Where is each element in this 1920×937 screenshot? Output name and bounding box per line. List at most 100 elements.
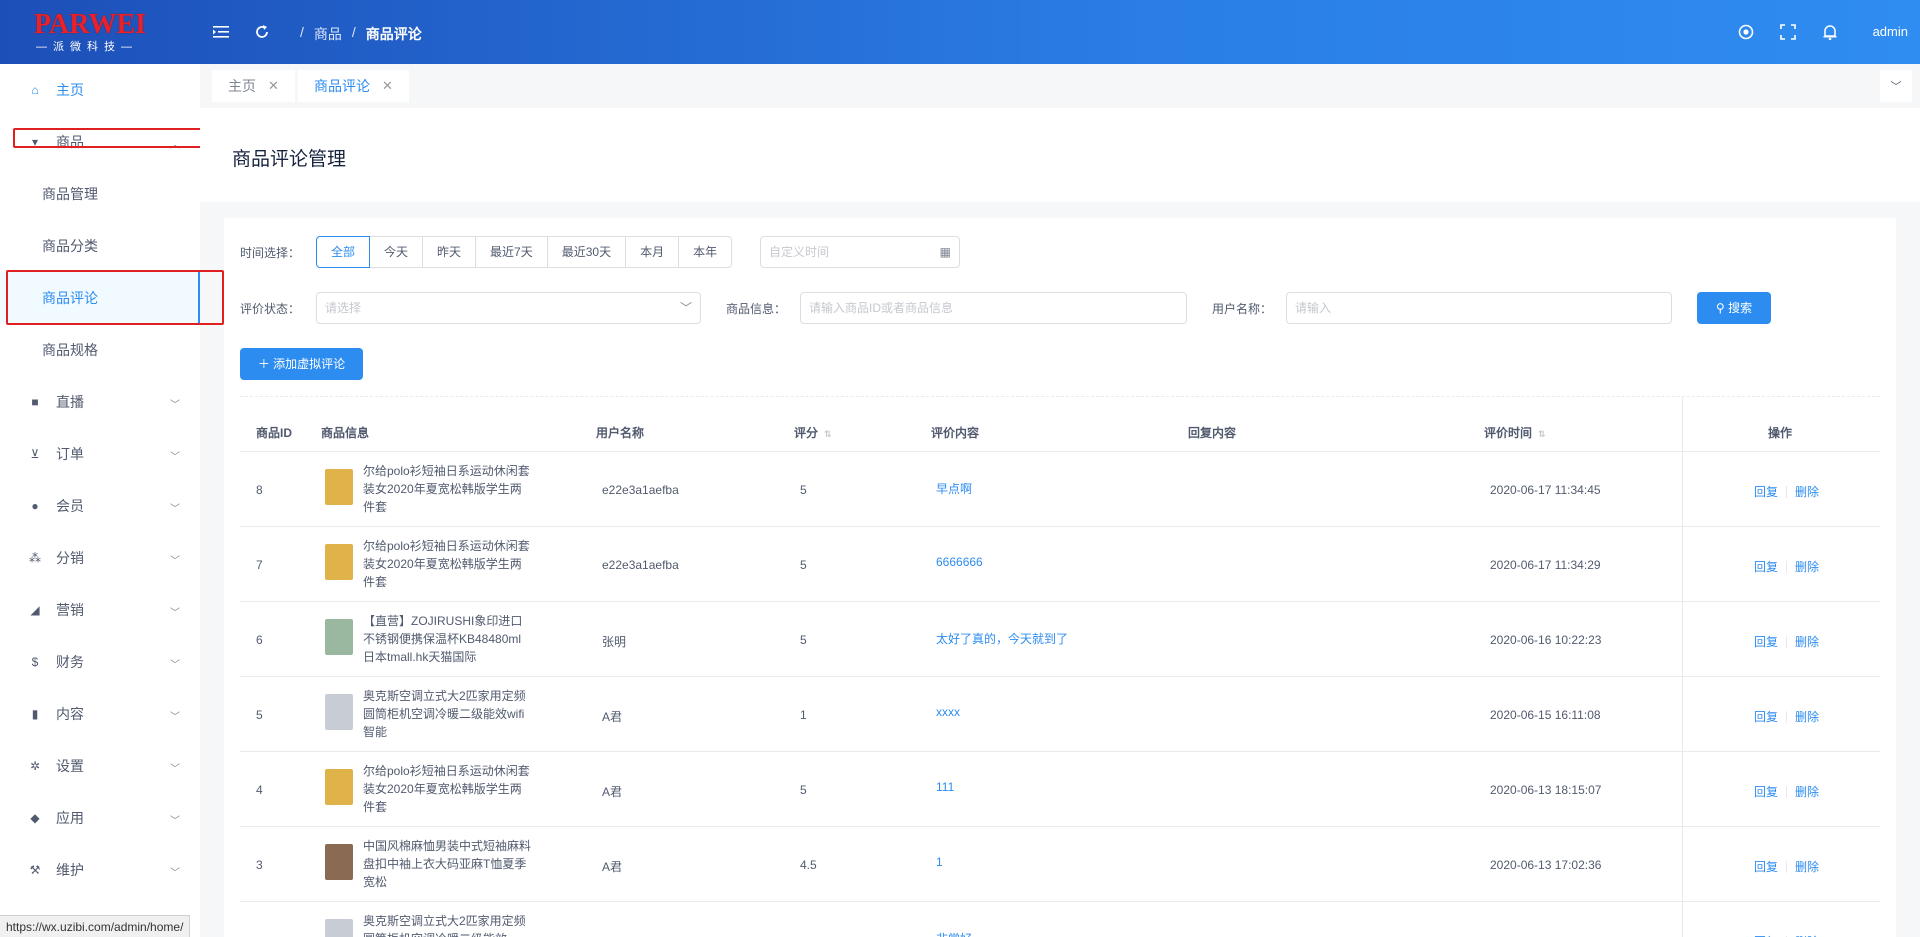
chevron-down-icon: ﹀ bbox=[1890, 81, 1902, 93]
sort-icon[interactable]: ⇅ bbox=[1538, 429, 1546, 439]
time-filter-group: 全部 今天 昨天 最近7天 最近30天 本月 本年 bbox=[316, 236, 733, 268]
reply-link[interactable]: 回复 bbox=[1754, 483, 1778, 500]
cell-score: 5 bbox=[800, 558, 807, 572]
product-thumbnail[interactable] bbox=[325, 769, 353, 805]
cell-product-name: 尔给polo衫短袖日系运动休闲套装女2020年夏宽松韩版学生两件套 bbox=[363, 539, 530, 589]
add-button-label: 添加虚拟评论 bbox=[273, 357, 346, 371]
time-option-30days[interactable]: 最近30天 bbox=[547, 236, 627, 268]
cell-user-name: e22e3a1aefba bbox=[602, 558, 679, 572]
close-icon[interactable]: ✕ bbox=[382, 78, 393, 94]
sidebar-item-apps[interactable]: ◆ 应用 ﹀ bbox=[0, 792, 200, 844]
sidebar-item-distribution[interactable]: ⁂ 分销 ﹀ bbox=[0, 532, 200, 584]
time-option-yesterday[interactable]: 昨天 bbox=[423, 236, 477, 268]
tab-home[interactable]: 主页 ✕ bbox=[212, 70, 295, 102]
add-virtual-review-button[interactable]: ＋ 添加虚拟评论 bbox=[240, 348, 363, 380]
reply-link[interactable]: 回复 bbox=[1754, 558, 1778, 575]
fullscreen-icon[interactable] bbox=[1778, 22, 1798, 42]
sidebar-item-maintenance[interactable]: ⚒ 维护 ﹀ bbox=[0, 844, 200, 896]
product-thumbnail[interactable] bbox=[325, 694, 353, 730]
time-option-month[interactable]: 本月 bbox=[626, 236, 680, 268]
sidebar-item-marketing[interactable]: ◢ 营销 ﹀ bbox=[0, 584, 200, 636]
close-icon[interactable]: ✕ bbox=[268, 78, 279, 94]
logo[interactable]: PARWEI —派微科技— bbox=[34, 10, 158, 54]
bell-icon[interactable] bbox=[1820, 22, 1840, 42]
sidebar-item-settings[interactable]: ✲ 设置 ﹀ bbox=[0, 740, 200, 792]
sidebar-item-label: 直播 bbox=[56, 394, 84, 410]
product-thumbnail[interactable] bbox=[325, 619, 353, 655]
reply-link[interactable]: 回复 bbox=[1754, 633, 1778, 650]
user-menu[interactable]: admin bbox=[1873, 24, 1908, 39]
cell-user-name: A君 bbox=[602, 710, 623, 724]
tab-product-review[interactable]: 商品评论 ✕ bbox=[298, 70, 409, 102]
cell-review-content: 1 bbox=[936, 855, 943, 869]
col-product-id: 商品ID bbox=[256, 426, 293, 440]
sidebar-item-label: 会员 bbox=[56, 498, 84, 514]
sidebar-item-order[interactable]: ⊻ 订单 ﹀ bbox=[0, 428, 200, 480]
delete-link[interactable]: 删除 bbox=[1795, 783, 1819, 800]
sidebar-subitem-product-spec[interactable]: 商品规格 bbox=[0, 324, 200, 376]
tab-label: 商品评论 bbox=[314, 78, 370, 94]
custom-time-picker[interactable]: 自定义时间 ▦ bbox=[760, 236, 960, 268]
action-divider bbox=[1786, 560, 1788, 573]
delete-link[interactable]: 删除 bbox=[1795, 483, 1819, 500]
time-option-7days[interactable]: 最近7天 bbox=[476, 236, 548, 268]
sidebar-subitem-product-manage[interactable]: 商品管理 bbox=[0, 168, 200, 220]
user-icon: ● bbox=[31, 499, 39, 513]
plus-icon: ＋ bbox=[257, 357, 270, 371]
sidebar-item-member[interactable]: ● 会员 ﹀ bbox=[0, 480, 200, 532]
sidebar-item-label: 订单 bbox=[56, 446, 84, 462]
breadcrumb-item-product[interactable]: 商品 bbox=[314, 24, 342, 44]
reply-link[interactable]: 回复 bbox=[1754, 933, 1778, 937]
book-icon: ▮ bbox=[31, 707, 39, 721]
delete-link[interactable]: 删除 bbox=[1795, 858, 1819, 875]
page-header: 商品评论管理 bbox=[200, 108, 1920, 202]
reply-link[interactable]: 回复 bbox=[1754, 783, 1778, 800]
product-placeholder: 请输入商品ID或者商品信息 bbox=[809, 301, 954, 315]
search-button[interactable]: ⚲ 搜索 bbox=[1697, 292, 1771, 324]
sidebar-item-home[interactable]: ⌂ 主页 bbox=[0, 64, 200, 116]
menu-fold-icon[interactable] bbox=[211, 22, 231, 42]
status-select[interactable]: 请选择 ﹀ bbox=[316, 292, 701, 324]
sort-icon[interactable]: ⇅ bbox=[824, 429, 832, 439]
delete-link[interactable]: 删除 bbox=[1795, 708, 1819, 725]
cell-review-time: 2020-06-16 10:22:23 bbox=[1490, 633, 1602, 647]
time-option-all[interactable]: 全部 bbox=[316, 236, 371, 268]
sidebar-item-finance[interactable]: $ 财务 ﹀ bbox=[0, 636, 200, 688]
sidebar-item-content[interactable]: ▮ 内容 ﹀ bbox=[0, 688, 200, 740]
row-actions: 回复删除 bbox=[1754, 708, 1819, 725]
cell-product-id: 4 bbox=[256, 783, 263, 797]
delete-link[interactable]: 删除 bbox=[1795, 933, 1819, 937]
cart-icon: ⊻ bbox=[30, 447, 40, 461]
product-thumbnail[interactable] bbox=[325, 844, 353, 880]
product-search-input[interactable]: 请输入商品ID或者商品信息 bbox=[800, 292, 1187, 324]
time-option-year[interactable]: 本年 bbox=[679, 236, 733, 268]
delete-link[interactable]: 删除 bbox=[1795, 558, 1819, 575]
tabs-dropdown[interactable]: ﹀ bbox=[1880, 70, 1912, 102]
dollar-icon: $ bbox=[31, 655, 39, 669]
delete-link[interactable]: 删除 bbox=[1795, 633, 1819, 650]
record-icon[interactable] bbox=[1736, 22, 1756, 42]
search-icon: ⚲ bbox=[1715, 301, 1725, 315]
col-reply-content: 回复内容 bbox=[1188, 426, 1237, 440]
time-option-today[interactable]: 今天 bbox=[370, 236, 424, 268]
col-review-time[interactable]: 评价时间 ⇅ bbox=[1484, 424, 1546, 441]
table-row: 6 【直营】ZOJIRUSHI象印进口不锈钢便携保温杯KB48480ml日本tma… bbox=[240, 602, 1880, 677]
tabs-bar: 主页 ✕ 商品评论 ✕ ﹀ bbox=[200, 64, 1920, 108]
user-search-input[interactable]: 请输入 bbox=[1286, 292, 1672, 324]
product-filter-label: 商品信息： bbox=[726, 302, 787, 316]
sidebar-item-live[interactable]: ■ 直播 ﹀ bbox=[0, 376, 200, 428]
col-score[interactable]: 评分 ⇅ bbox=[794, 424, 832, 441]
reply-link[interactable]: 回复 bbox=[1754, 708, 1778, 725]
status-placeholder: 请选择 bbox=[325, 301, 362, 315]
row-actions: 回复删除 bbox=[1754, 558, 1819, 575]
product-thumbnail[interactable] bbox=[325, 544, 353, 580]
reply-link[interactable]: 回复 bbox=[1754, 858, 1778, 875]
col-actions: 操作 bbox=[1768, 426, 1793, 440]
table-row: 3 中国风棉麻恤男装中式短袖麻料盘扣中袖上衣大码亚麻T恤夏季宽松 A君 4.5 1 202… bbox=[240, 827, 1880, 902]
video-icon: ■ bbox=[31, 395, 39, 409]
calendar-icon: ▦ bbox=[939, 245, 951, 259]
sidebar-subitem-product-category[interactable]: 商品分类 bbox=[0, 220, 200, 272]
refresh-icon[interactable] bbox=[252, 22, 272, 42]
product-thumbnail[interactable] bbox=[325, 919, 353, 937]
product-thumbnail[interactable] bbox=[325, 469, 353, 505]
